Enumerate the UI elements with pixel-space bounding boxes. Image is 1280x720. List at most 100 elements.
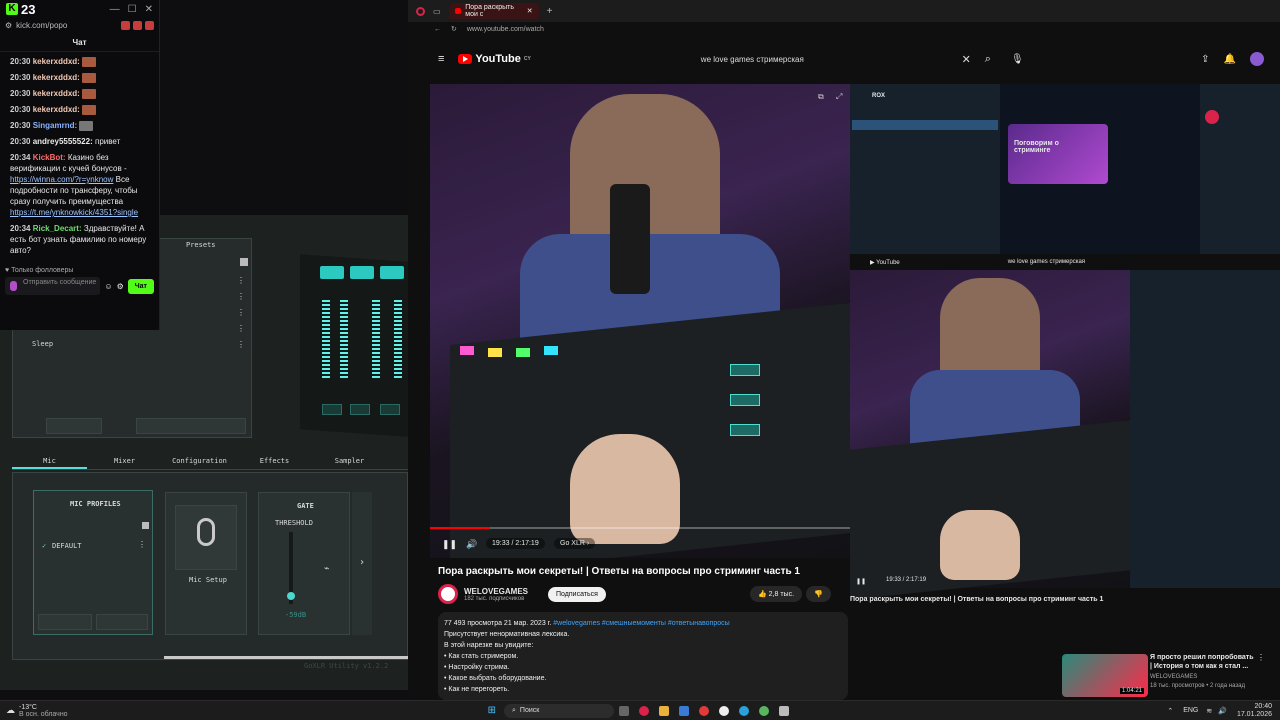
tab-mixer[interactable]: Mixer [87,452,162,469]
check-icon: ✓ [42,542,47,550]
tray-chevron-icon[interactable]: ⌃ [1167,707,1173,715]
threshold-slider-handle[interactable] [287,592,295,600]
mic-profiles-title: MIC PROFILES [70,500,121,508]
folder-icon[interactable] [240,258,248,266]
chat-link[interactable]: https://winna.com/?r=ynknow [10,175,113,184]
chat-input[interactable]: Отправить сообщение [5,277,101,295]
youtube-logo[interactable]: YouTube CY [458,53,531,65]
search-icon[interactable]: ⌕ [985,53,991,66]
tab-sampler[interactable]: Sampler [312,452,387,469]
channel-name[interactable]: WELOVEGAMES [464,587,528,596]
opera-icon[interactable] [638,705,649,716]
maximize-icon[interactable]: ☐ [128,4,137,15]
search-input[interactable]: we love games стримерская ✕ [701,49,971,69]
horizontal-scrollbar[interactable] [164,656,408,659]
download-icon[interactable] [145,20,154,30]
chat-message: 20:30 kekerxddxd: [10,72,149,83]
video-player[interactable]: ❚❚ 🔊 19:33 / 2:17:19 Go XLR › ⧉ ⤢ [430,84,850,558]
miniplayer-icon[interactable]: ⧉ [818,92,824,102]
extension-icon[interactable] [121,20,130,30]
clock[interactable]: 20:40 17.01.2026 [1237,703,1272,719]
volume-icon[interactable]: 🔊 [1218,707,1227,715]
followers-only-notice: ♥ Только фолловеры [5,267,74,274]
language-indicator[interactable]: ENG [1183,707,1198,714]
send-chat-button[interactable]: Чат [127,278,154,294]
minimize-icon[interactable]: — [110,4,120,15]
save-profile-button[interactable] [96,614,148,630]
telegram-chat-list [850,84,1000,254]
back-icon[interactable]: ← [434,26,441,33]
voice-search-icon[interactable]: 🎙 [1011,54,1024,65]
volume-icon[interactable]: 🔊 [466,539,477,550]
goxlr-icon[interactable] [778,705,789,716]
preset-menu-icon[interactable]: ⋮ [237,324,245,333]
app-icon[interactable] [758,705,769,716]
close-icon[interactable]: ✕ [145,4,153,15]
profile-default[interactable]: DEFAULT [52,542,82,550]
video-description[interactable]: 77 493 просмотра 21 мар. 2023 г. #welove… [438,612,848,700]
clear-search-icon[interactable]: ✕ [962,53,971,66]
device-mute-button [380,404,400,415]
pause-icon[interactable]: ❚❚ [442,539,457,550]
site-info-icon[interactable]: ⚙ [5,21,12,30]
microphone [610,184,650,294]
task-view-icon[interactable] [618,705,629,716]
video-progress-bar[interactable] [430,527,850,529]
tab-mic[interactable]: Mic [12,452,87,469]
desc-line: • Как не перегореть. [444,686,510,693]
emote-icon [82,104,97,115]
like-button[interactable]: 👍 2,8 тыс. [750,586,803,602]
wifi-icon[interactable]: ≋ [1206,707,1212,715]
presets-label: Presets [186,241,216,249]
browser-tab[interactable]: Пора раскрыть мои с ✕ [448,3,539,19]
yandex-icon[interactable] [718,705,729,716]
emoji-icon[interactable]: ☺ [104,282,112,291]
preset-menu-icon[interactable]: ⋮ [237,276,245,285]
app-icon[interactable] [698,705,709,716]
preset-menu-icon[interactable]: ⋮ [237,308,245,317]
channel-avatar[interactable] [438,584,458,604]
address-bar[interactable]: www.youtube.com/watch [467,26,544,33]
telegram-icon[interactable] [738,705,749,716]
chevron-right-icon[interactable]: › [359,557,365,568]
recommendation-title[interactable]: Я просто решил попробовать | История о т… [1150,653,1254,671]
device-fader [394,300,402,380]
save-preset-button[interactable] [136,418,246,434]
preset-menu-icon[interactable]: ⋮ [237,340,245,349]
dislike-button[interactable]: 👎 [806,586,831,602]
file-explorer-icon[interactable] [658,705,669,716]
chat-link[interactable]: https://t.me/ynknowkick/4351?single [10,208,138,217]
url-text[interactable]: kick.com/popo [16,21,67,30]
tab-effects[interactable]: Effects [237,452,312,469]
weather-widget[interactable]: -13°C В осн. облачно [19,704,68,718]
notifications-icon[interactable]: 🔔 [1224,54,1236,65]
upload-icon[interactable]: ⇪ [1201,54,1209,65]
extension-icon[interactable] [133,20,142,30]
settings-icon[interactable]: ⚙ [117,282,124,291]
folder-icon[interactable] [142,522,149,529]
preset-menu-icon[interactable]: ⋮ [237,292,245,301]
recommendation-channel[interactable]: WELOVEGAMES [1150,674,1197,680]
menu-icon[interactable]: ≡ [438,53,444,65]
tab-configuration[interactable]: Configuration [162,452,237,469]
windows-start-icon[interactable]: ⊞ [488,705,496,716]
voice-icon [10,281,17,291]
chapter-label[interactable]: Go XLR › [554,538,596,549]
tab-list-icon[interactable]: ▭ [433,7,441,16]
preset-item-sleep[interactable]: Sleep [32,340,53,348]
new-tab-icon[interactable]: + [547,6,553,17]
desc-hashtags[interactable]: #welovegames #смешныемоменты #ответынаво… [553,620,729,627]
app-icon[interactable] [678,705,689,716]
fullscreen-icon[interactable]: ⤢ [836,92,842,102]
taskbar-search[interactable]: ⌕ Поиск [503,703,614,718]
subscribe-button[interactable]: Подписаться [548,586,606,602]
account-avatar[interactable] [1250,52,1264,66]
reload-icon[interactable]: ↻ [451,25,457,33]
new-preset-button[interactable] [46,418,102,434]
new-profile-button[interactable] [38,614,92,630]
weather-icon[interactable]: ☁ [6,705,15,716]
profile-menu-icon[interactable]: ⋮ [138,540,146,549]
more-options-icon[interactable]: ⋮ [1257,653,1265,662]
expand-icon[interactable]: ⌁ [324,564,329,574]
time-display: 19:33 / 2:17:19 [486,538,545,549]
